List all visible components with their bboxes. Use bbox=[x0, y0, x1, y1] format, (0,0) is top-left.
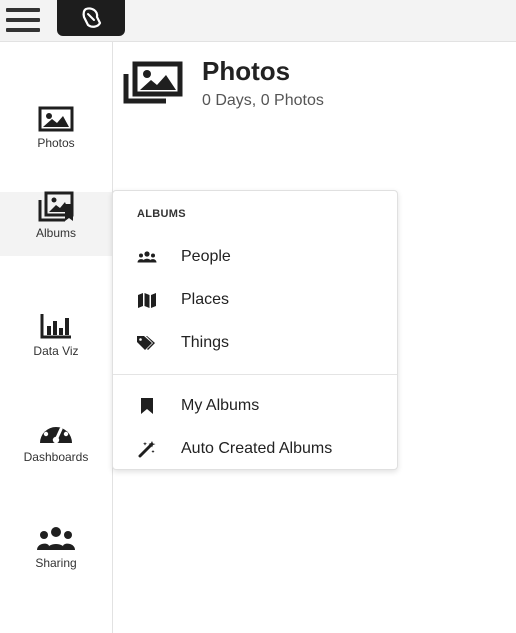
page-subtitle: 0 Days, 0 Photos bbox=[202, 92, 324, 109]
sidebar: Photos Albums Data Viz Dashboards Sharin… bbox=[0, 42, 113, 633]
gauge-icon bbox=[40, 420, 72, 444]
users-icon bbox=[37, 527, 75, 550]
menu-divider bbox=[113, 374, 397, 375]
page-title: Photos bbox=[202, 56, 291, 86]
top-bar bbox=[0, 0, 516, 42]
app-logo[interactable] bbox=[57, 0, 125, 36]
people-icon bbox=[137, 251, 157, 263]
bar-chart-icon bbox=[40, 314, 71, 339]
photo-icon bbox=[38, 106, 74, 132]
menu-heading: ALBUMS bbox=[137, 208, 186, 220]
bookmark-icon bbox=[141, 398, 153, 414]
albums-icon bbox=[123, 61, 183, 104]
tags-icon bbox=[137, 336, 155, 350]
menu-item-my-albums[interactable]: My Albums bbox=[113, 388, 397, 424]
sidebar-item-label: Dashboards bbox=[23, 450, 89, 464]
sidebar-item-sharing[interactable]: Sharing bbox=[0, 522, 112, 586]
albums-icon bbox=[38, 191, 74, 222]
menu-item-things[interactable]: Things bbox=[113, 325, 397, 361]
menu-item-places[interactable]: Places bbox=[113, 282, 397, 318]
menu-item-label: Things bbox=[181, 334, 230, 351]
sidebar-item-label: Photos bbox=[37, 136, 75, 150]
menu-item-people[interactable]: People bbox=[113, 239, 397, 275]
albums-dropdown-menu: ALBUMS People Places Things My Albums Au… bbox=[112, 190, 398, 470]
sidebar-item-label: Sharing bbox=[35, 556, 77, 570]
menu-item-label: Auto Created Albums bbox=[181, 440, 333, 457]
sidebar-item-label: Data Viz bbox=[33, 344, 79, 358]
menu-icon[interactable] bbox=[6, 6, 40, 34]
sidebar-item-dashboards[interactable]: Dashboards bbox=[0, 416, 112, 480]
menu-item-label: My Albums bbox=[181, 397, 260, 414]
map-icon bbox=[138, 292, 156, 308]
menu-item-label: People bbox=[181, 248, 231, 265]
sidebar-item-data-viz[interactable]: Data Viz bbox=[0, 310, 112, 374]
sidebar-item-albums[interactable]: Albums bbox=[0, 191, 112, 256]
logo-icon bbox=[82, 7, 102, 28]
menu-item-label: Places bbox=[181, 291, 230, 308]
magic-wand-icon bbox=[138, 441, 156, 458]
menu-item-auto-created-albums[interactable]: Auto Created Albums bbox=[113, 431, 397, 467]
sidebar-item-photos[interactable]: Photos bbox=[0, 102, 112, 166]
sidebar-item-label: Albums bbox=[35, 226, 76, 240]
